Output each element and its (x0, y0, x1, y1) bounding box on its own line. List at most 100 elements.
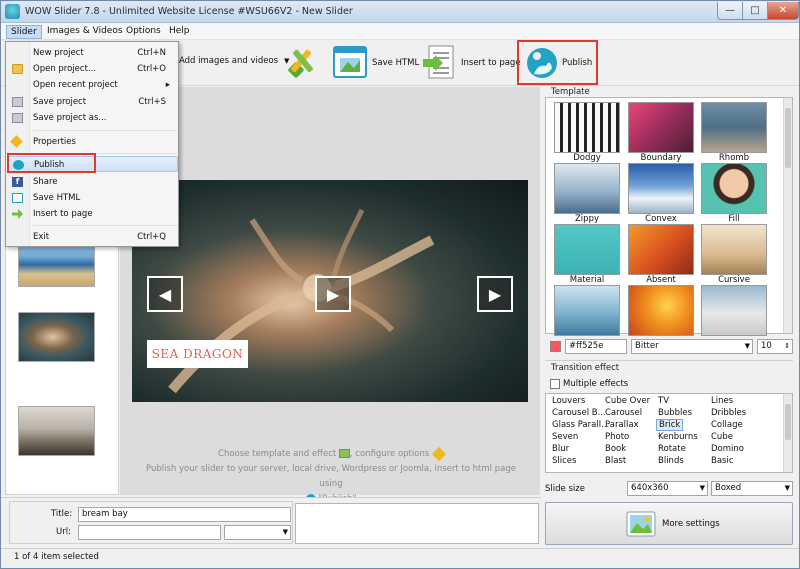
effect-blast[interactable]: Blast (605, 456, 626, 466)
template-thumb-dodgy[interactable] (554, 102, 620, 153)
template-icon (338, 449, 350, 458)
thumbnail-sea-dragon[interactable] (18, 312, 95, 362)
effect-brick-selected[interactable]: Brick (656, 419, 684, 431)
hint-choose-template: Choose template and effect (218, 449, 337, 459)
play-button[interactable]: ▶ (315, 276, 351, 312)
effect-glass-parallax[interactable]: Glass Parall... (552, 420, 609, 430)
insert-to-page-label[interactable]: Insert to page (461, 58, 521, 68)
template-scroll-thumb[interactable] (785, 108, 791, 168)
maximize-button[interactable]: □ (742, 2, 768, 20)
prev-slide-button[interactable]: ◀ (147, 276, 183, 312)
menu-share-label: Share (33, 177, 58, 187)
effect-cube-over[interactable]: Cube Over (605, 396, 650, 406)
template-label-convex[interactable]: Convex (626, 214, 696, 224)
font-size-value: 10 (761, 341, 772, 351)
effect-cube[interactable]: Cube (711, 432, 733, 442)
menu-open-recent[interactable]: Open recent project ▸ (7, 77, 178, 93)
more-settings-button[interactable]: More settings (545, 502, 793, 545)
menu-open-project[interactable]: Open project... Ctrl+O (7, 61, 178, 77)
effect-scroll-thumb[interactable] (785, 404, 791, 440)
effect-parallax[interactable]: Parallax (605, 420, 639, 430)
effect-book[interactable]: Book (605, 444, 626, 454)
url-input[interactable] (78, 525, 221, 540)
add-images-button[interactable]: Add images and videos ▼ (179, 56, 289, 66)
template-thumb-convex[interactable] (628, 163, 694, 214)
effect-seven[interactable]: Seven (552, 432, 578, 442)
template-scrollbar[interactable] (783, 98, 792, 333)
template-label-dodgy[interactable]: Dodgy (552, 153, 622, 163)
chevron-down-icon: ▼ (744, 342, 750, 350)
effect-louvers[interactable]: Louvers (552, 396, 585, 406)
font-select[interactable]: Bitter ▼ (631, 339, 753, 354)
menu-insert-to-page[interactable]: Insert to page (7, 206, 178, 222)
slide-size-value: 640x360 (631, 483, 669, 493)
next-slide-button[interactable]: ▶ (477, 276, 513, 312)
multiple-effects-checkbox[interactable] (550, 379, 560, 389)
template-thumb-fill[interactable] (701, 163, 767, 214)
template-thumb-cursive[interactable] (701, 224, 767, 275)
close-button[interactable]: ✕ (767, 2, 799, 20)
save-html-label[interactable]: Save HTML (372, 58, 419, 68)
insert-to-page-icon[interactable] (421, 44, 457, 80)
template-label-fill[interactable]: Fill (699, 214, 769, 224)
menu-save-html[interactable]: Save HTML (7, 190, 178, 206)
menu-save-project[interactable]: Save project Ctrl+S (7, 94, 178, 110)
template-thumb-rhomb[interactable] (701, 102, 767, 153)
effect-domino[interactable]: Domino (711, 444, 744, 454)
template-thumb-row4-1[interactable] (554, 285, 620, 336)
menu-share[interactable]: f Share (7, 174, 178, 190)
template-thumb-zippy[interactable] (554, 163, 620, 214)
effect-kenburns[interactable]: Kenburns (658, 432, 698, 442)
template-thumb-boundary[interactable] (628, 102, 694, 153)
menu-images-videos[interactable]: Images & Videos (43, 25, 127, 39)
template-label-boundary[interactable]: Boundary (626, 153, 696, 163)
template-thumb-absent[interactable] (628, 224, 694, 275)
multiple-effects-label[interactable]: Multiple effects (563, 379, 628, 389)
effect-scrollbar[interactable] (783, 394, 792, 472)
layout-mode-select[interactable]: Boxed ▼ (711, 481, 793, 496)
color-swatch[interactable] (550, 341, 561, 352)
effect-slices[interactable]: Slices (552, 456, 576, 466)
menu-save-project-as-label: Save project as... (33, 113, 107, 123)
title-input[interactable]: bream bay (78, 507, 291, 522)
menu-new-project[interactable]: New project Ctrl+N (7, 45, 178, 61)
menu-properties[interactable]: Properties (7, 134, 178, 150)
effect-photo[interactable]: Photo (605, 432, 629, 442)
settings-image-icon (626, 511, 656, 537)
template-label-zippy[interactable]: Zippy (552, 214, 622, 224)
minimize-button[interactable]: — (717, 2, 743, 20)
effect-collage[interactable]: Collage (711, 420, 743, 430)
url-target-select[interactable]: ▼ (224, 525, 291, 540)
effect-rotate[interactable]: Rotate (658, 444, 686, 454)
tools-icon[interactable] (284, 44, 320, 80)
effect-carousel[interactable]: Carousel (605, 408, 642, 418)
effect-basic[interactable]: Basic (711, 456, 734, 466)
template-thumb-row4-2[interactable] (628, 285, 694, 336)
effect-blur[interactable]: Blur (552, 444, 569, 454)
effect-lines[interactable]: Lines (711, 396, 733, 406)
effect-tv[interactable]: TV (658, 396, 669, 406)
description-textarea[interactable] (295, 503, 539, 544)
template-label-material[interactable]: Material (552, 275, 622, 285)
menu-exit[interactable]: Exit Ctrl+Q (7, 229, 178, 245)
effect-bubbles[interactable]: Bubbles (658, 408, 692, 418)
template-label-cursive[interactable]: Cursive (699, 275, 769, 285)
slide-size-select[interactable]: 640x360 ▼ (627, 481, 708, 496)
save-html-icon[interactable] (332, 44, 368, 80)
menu-options[interactable]: Options (122, 25, 165, 39)
effect-dribbles[interactable]: Dribbles (711, 408, 746, 418)
effect-carousel-b[interactable]: Carousel B... (552, 408, 606, 418)
font-size-spinner[interactable]: 10 ⇕ (757, 339, 793, 354)
color-input[interactable]: #ff525e (565, 339, 627, 354)
template-label-absent[interactable]: Absent (626, 275, 696, 285)
menu-save-project-as[interactable]: Save project as... (7, 110, 178, 126)
menu-slider[interactable]: Slider (6, 25, 42, 39)
menu-help[interactable]: Help (165, 25, 194, 39)
thumbnail-bream-bay[interactable] (18, 406, 95, 456)
template-thumb-material[interactable] (554, 224, 620, 275)
slider-menu-dropdown: New project Ctrl+N Open project... Ctrl+… (5, 41, 179, 247)
template-thumb-row4-3[interactable] (701, 285, 767, 336)
template-label-rhomb[interactable]: Rhomb (699, 153, 769, 163)
app-icon (5, 4, 20, 19)
effect-blinds[interactable]: Blinds (658, 456, 684, 466)
